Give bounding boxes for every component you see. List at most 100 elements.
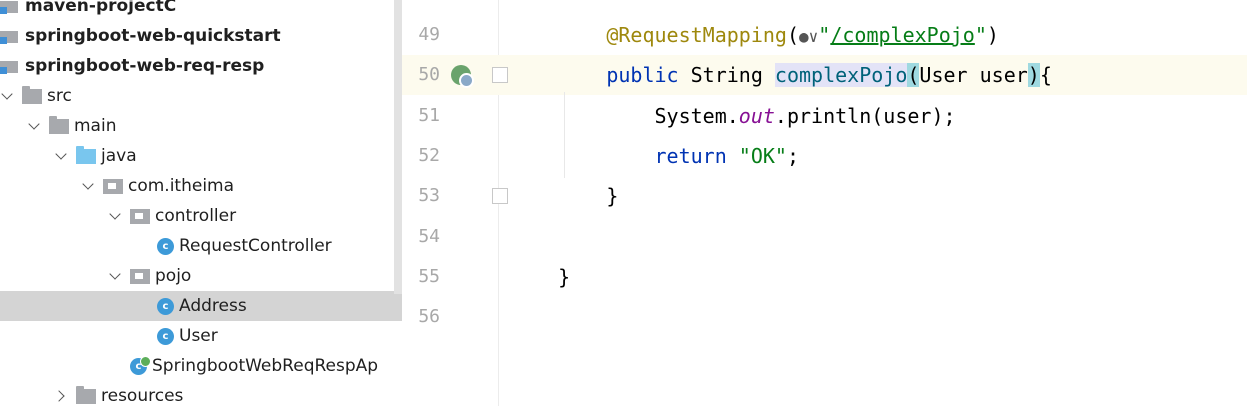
- code-token: .println(user);: [774, 103, 956, 128]
- tree-item-label: main: [74, 116, 117, 136]
- line-number: 54: [418, 225, 440, 247]
- tree-item-user[interactable]: c User: [0, 321, 402, 351]
- code-token: @RequestMapping: [606, 23, 787, 47]
- line-number: 51: [418, 104, 440, 126]
- chevron-down-icon[interactable]: [81, 179, 95, 193]
- line-number: 53: [418, 185, 440, 207]
- tree-item-address[interactable]: c Address: [0, 291, 402, 321]
- code-line-54[interactable]: 54: [402, 217, 1247, 257]
- folder-icon: [49, 115, 69, 134]
- tree-item-com-itheima[interactable]: com.itheima: [0, 171, 402, 201]
- code-token: ": [818, 23, 831, 47]
- tree-item-label: src: [47, 86, 72, 106]
- tree-item-springbootwebreqrespap[interactable]: c SpringbootWebReqRespAp: [0, 351, 402, 381]
- tree-item-label: java: [101, 146, 137, 166]
- folder-icon: [76, 385, 96, 404]
- tree-item-resources[interactable]: resources: [0, 381, 402, 406]
- code-token: (: [907, 63, 920, 88]
- tree-item-pojo[interactable]: pojo: [0, 261, 402, 291]
- code-text: @RequestMapping(●∨"/complexPojo"): [510, 15, 999, 57]
- code-token: }: [510, 264, 571, 289]
- code-text: public String complexPojo(User user){: [510, 55, 1052, 95]
- code-text: return "OK";: [510, 136, 800, 176]
- tree-item-label: maven-projectC: [25, 0, 177, 16]
- code-line-51[interactable]: 51 System.out.println(user);: [402, 96, 1247, 136]
- code-text: }: [510, 257, 570, 297]
- code-token: /complexPojo: [830, 23, 975, 47]
- code-token: String: [678, 63, 775, 88]
- chevron-down-icon[interactable]: [27, 119, 41, 133]
- tree-item-src[interactable]: src: [0, 81, 402, 111]
- code-token: complexPojo: [774, 63, 908, 88]
- indent-guide: [564, 92, 565, 178]
- spring-run-icon[interactable]: [451, 65, 474, 88]
- code-line-49[interactable]: 49 @RequestMapping(●∨"/complexPojo"): [402, 15, 1247, 55]
- class-icon: c: [157, 297, 174, 315]
- tree-item-label: springboot-web-req-resp: [25, 56, 265, 76]
- code-line-52[interactable]: 52 return "OK";: [402, 136, 1247, 176]
- globe-icon[interactable]: ●: [799, 17, 809, 57]
- code-line-50[interactable]: 50 public String complexPojo(User user){: [402, 55, 1247, 96]
- code-token: ": [974, 23, 987, 47]
- code-token: {: [1039, 63, 1052, 88]
- code-token: }: [510, 184, 619, 209]
- project-tree-panel: maven-projectC springboot-web-quickstart s…: [0, 0, 402, 406]
- code-token: public: [606, 63, 679, 88]
- tree-item-springboot-web-quickstart[interactable]: springboot-web-quickstart: [0, 21, 402, 51]
- line-number: 49: [418, 24, 440, 45]
- code-token: return: [654, 143, 727, 168]
- tree-item-label: controller: [155, 206, 237, 226]
- tree-item-label: Address: [179, 296, 247, 316]
- tree-item-label: SpringbootWebReqRespAp: [152, 356, 379, 376]
- code-line-53[interactable]: 53 }: [402, 176, 1247, 216]
- tree-item-java[interactable]: java: [0, 141, 402, 171]
- code-token: out: [738, 103, 775, 128]
- fold-end-icon[interactable]: [492, 188, 508, 204]
- code-token: (: [786, 23, 799, 47]
- tree-item-label: com.itheima: [128, 176, 235, 196]
- chevron-down-icon[interactable]: [108, 209, 122, 223]
- chevron-right-icon[interactable]: [54, 389, 68, 403]
- package-icon: [130, 208, 150, 224]
- code-editor[interactable]: 49 @RequestMapping(●∨"/complexPojo") 50 p…: [402, 0, 1247, 406]
- tree-item-label: RequestController: [179, 236, 332, 256]
- code-token: User user: [919, 63, 1028, 88]
- project-tree-scrollbar[interactable]: [394, 0, 402, 294]
- package-icon: [103, 178, 123, 194]
- fold-start-icon[interactable]: [492, 67, 508, 83]
- source-folder-icon: [76, 145, 96, 164]
- module-icon: [0, 0, 20, 14]
- tree-item-controller[interactable]: controller: [0, 201, 402, 231]
- chevron-down-icon[interactable]: ∨: [809, 17, 819, 57]
- line-number: 55: [418, 265, 440, 287]
- chevron-down-icon[interactable]: [54, 149, 68, 163]
- tree-item-label: pojo: [155, 266, 192, 286]
- chevron-down-icon[interactable]: [108, 269, 122, 283]
- tree-item-label: resources: [101, 386, 184, 406]
- code-line-56[interactable]: 56: [402, 297, 1247, 337]
- code-text: }: [510, 176, 618, 216]
- class-icon: c: [157, 327, 174, 345]
- tree-item-maven-projectc[interactable]: maven-projectC: [0, 0, 402, 21]
- line-number: 50: [418, 64, 440, 86]
- code-token: ): [1027, 63, 1040, 88]
- line-number: 52: [418, 144, 440, 166]
- spring-app-class-icon: c: [130, 355, 151, 375]
- code-token: System.: [510, 103, 739, 128]
- tree-item-requestcontroller[interactable]: c RequestController: [0, 231, 402, 261]
- package-icon: [130, 268, 150, 284]
- code-text: System.out.println(user);: [510, 96, 956, 136]
- code-token: "OK": [738, 143, 787, 168]
- folder-icon: [22, 85, 42, 104]
- code-token: ): [986, 23, 999, 47]
- line-number: 56: [418, 306, 440, 328]
- tree-item-springboot-web-req-resp[interactable]: springboot-web-req-resp: [0, 51, 402, 81]
- code-line-55[interactable]: 55 }: [402, 257, 1247, 297]
- class-icon: c: [157, 237, 174, 255]
- tree-item-main[interactable]: main: [0, 111, 402, 141]
- chevron-down-icon[interactable]: [0, 89, 14, 103]
